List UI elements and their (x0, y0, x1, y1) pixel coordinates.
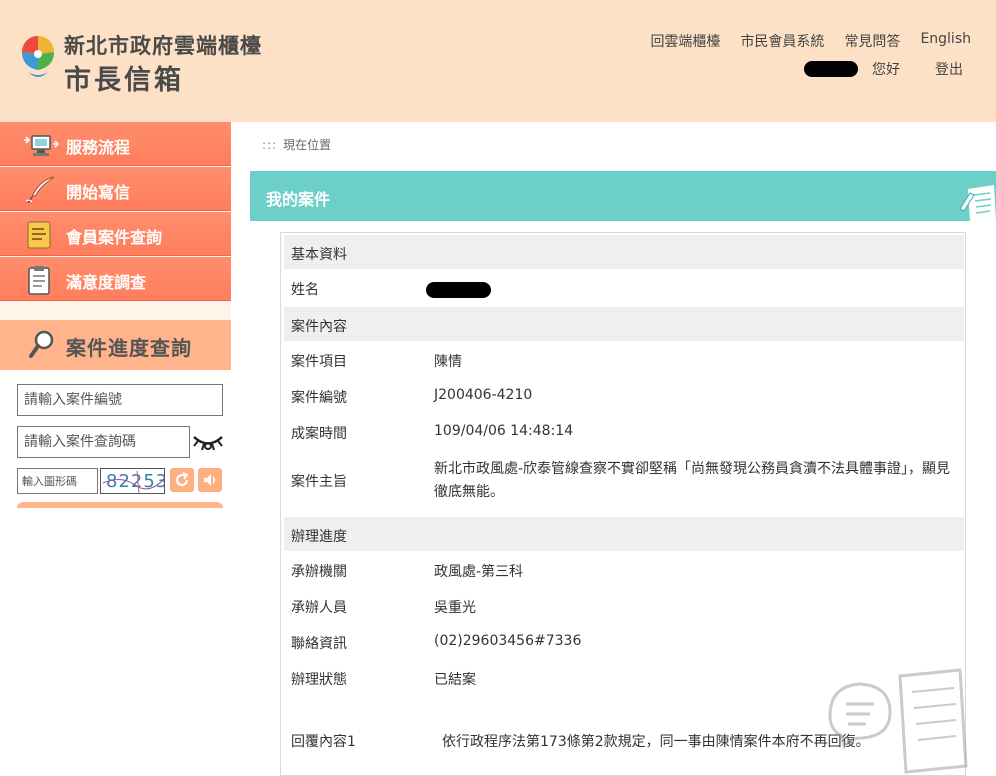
contact-label: 聯絡資訊 (291, 636, 347, 652)
redacted-name (426, 282, 491, 298)
progress-title-text: 案件進度查詢 (66, 336, 192, 360)
greeting-text: 您好 (872, 62, 900, 78)
redacted-username (804, 61, 858, 77)
case-time-value: 109/04/06 14:48:14 (434, 423, 574, 439)
menu-label: 會員案件查詢 (66, 228, 163, 247)
name-label: 姓名 (291, 282, 319, 298)
page-title-bar: 我的案件 (250, 171, 996, 221)
handling-officer-label: 承辦人員 (291, 600, 347, 616)
blank-area (0, 508, 280, 776)
logout-link[interactable]: 登出 (935, 59, 963, 79)
captcha-refresh-button[interactable] (170, 468, 194, 492)
computer-icon (24, 135, 60, 156)
menu-item-satisfaction-survey[interactable]: 滿意度調查 (0, 257, 231, 301)
case-number-input[interactable] (17, 384, 223, 416)
menu-item-service-flow[interactable]: 服務流程 (0, 122, 231, 166)
nav-member-system[interactable]: 市民會員系統 (740, 31, 824, 51)
section-title: 基本資料 (291, 247, 347, 263)
section-title: 辦理進度 (291, 529, 347, 545)
speaker-icon (204, 474, 215, 486)
case-query-panel: 82253 (0, 370, 231, 512)
eye-closed-icon[interactable] (191, 428, 225, 454)
clipboard-icon (28, 266, 50, 295)
user-row: 您好 登出 (804, 59, 963, 79)
nav-english[interactable]: English (920, 31, 971, 51)
breadcrumb-dots: ::: (262, 138, 278, 152)
contact-value: (02)29603456#7336 (434, 633, 582, 649)
logo-title-line1: 新北市政府雲端櫃檯 (64, 34, 262, 58)
case-progress-query-title: 案件進度查詢 (0, 320, 231, 370)
case-item-value: 陳情 (434, 354, 462, 370)
reply-value: 依行政程序法第173條第2款規定，同一事由陳情案件本府不再回復。 (442, 734, 870, 750)
case-subject-value: 新北市政風處-欣泰管線查察不實卻堅稱「尚無發現公務員貪瀆不法具體事證」，顯見徹底… (434, 461, 951, 500)
handling-officer-value: 吳重光 (434, 600, 476, 616)
section-case-content: 案件內容 (284, 307, 964, 341)
status-value: 已結案 (434, 672, 476, 688)
section-basic-info: 基本資料 (284, 235, 964, 269)
menu-item-member-case-query[interactable]: 會員案件查詢 (0, 212, 231, 256)
case-number-value: J200406-4210 (434, 387, 533, 403)
site-logo[interactable]: 新北市政府雲端櫃檯 市長信箱 (16, 28, 296, 96)
case-subject-label: 案件主旨 (291, 474, 347, 490)
handling-agency-value: 政風處-第三科 (434, 564, 524, 580)
folder-icon (27, 221, 51, 249)
captcha-input[interactable] (17, 468, 98, 494)
top-nav: 回雲端櫃檯 市民會員系統 常見問答 English (650, 31, 971, 51)
refresh-icon (175, 472, 189, 487)
sidebar: 服務流程 開始寫信 會員案件查詢 滿意度調查 案件進度查詢 請輸入案件編號 請輸… (0, 122, 231, 512)
nav-faq[interactable]: 常見問答 (844, 31, 900, 51)
site-header: 新北市政府雲端櫃檯 市長信箱 回雲端櫃檯 市民會員系統 常見問答 English… (0, 0, 996, 122)
nav-cloud-counter[interactable]: 回雲端櫃檯 (650, 31, 720, 51)
case-item-label: 案件項目 (291, 354, 347, 370)
handling-agency-label: 承辦機關 (291, 564, 347, 580)
menu-label: 服務流程 (66, 138, 131, 157)
logo-title-line2: 市長信箱 (64, 65, 184, 96)
captcha-image: 82253 (100, 468, 165, 494)
menu-item-write-letter[interactable]: 開始寫信 (0, 167, 231, 211)
status-label: 辦理狀態 (291, 672, 347, 688)
section-progress: 辦理進度 (284, 517, 964, 551)
magnifier-icon (29, 330, 54, 358)
case-number-label: 案件編號 (291, 390, 347, 406)
logo-mark-icon (22, 36, 54, 77)
notes-icon (959, 185, 996, 221)
reply-label: 回覆內容1 (291, 734, 356, 750)
menu-label: 開始寫信 (66, 183, 131, 202)
section-title: 案件內容 (291, 319, 347, 335)
mascot-sketch-icon (828, 668, 968, 774)
case-time-label: 成案時間 (291, 426, 347, 442)
breadcrumb-text: 現在位置 (283, 138, 332, 152)
case-query-code-input[interactable] (17, 426, 190, 458)
quill-icon (25, 176, 55, 204)
menu-label: 滿意度調查 (66, 273, 147, 292)
page-title: 我的案件 (266, 190, 331, 209)
breadcrumb: ::: 現在位置 (262, 136, 331, 153)
captcha-audio-button[interactable] (198, 468, 222, 492)
